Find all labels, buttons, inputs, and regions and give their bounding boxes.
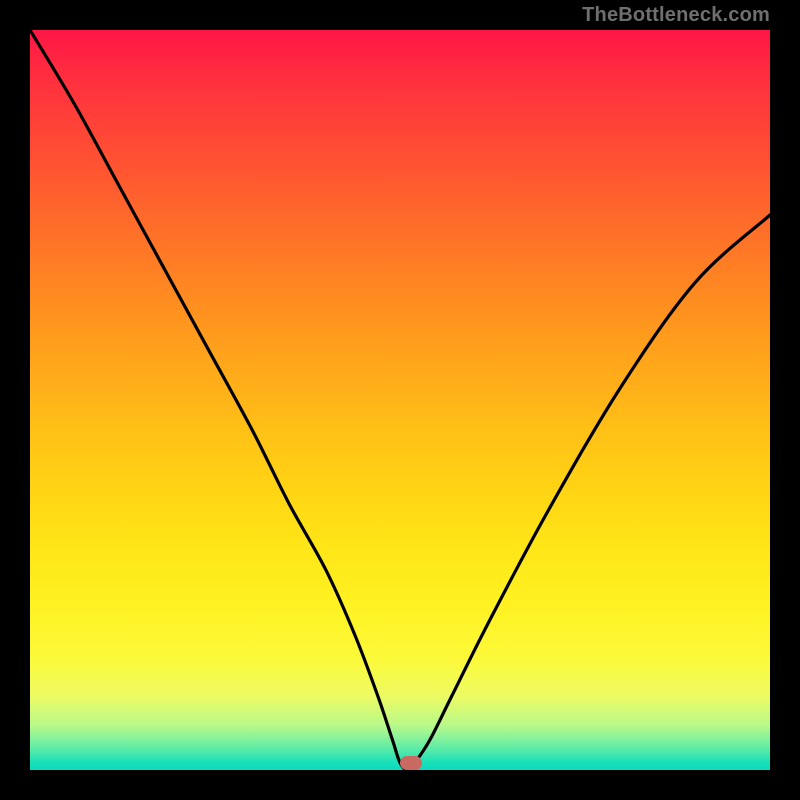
minimum-marker [400, 756, 422, 770]
watermark-text: TheBottleneck.com [582, 4, 770, 27]
bottleneck-curve [30, 30, 770, 770]
chart-frame: TheBottleneck.com [0, 0, 800, 800]
plot-area [30, 30, 770, 770]
